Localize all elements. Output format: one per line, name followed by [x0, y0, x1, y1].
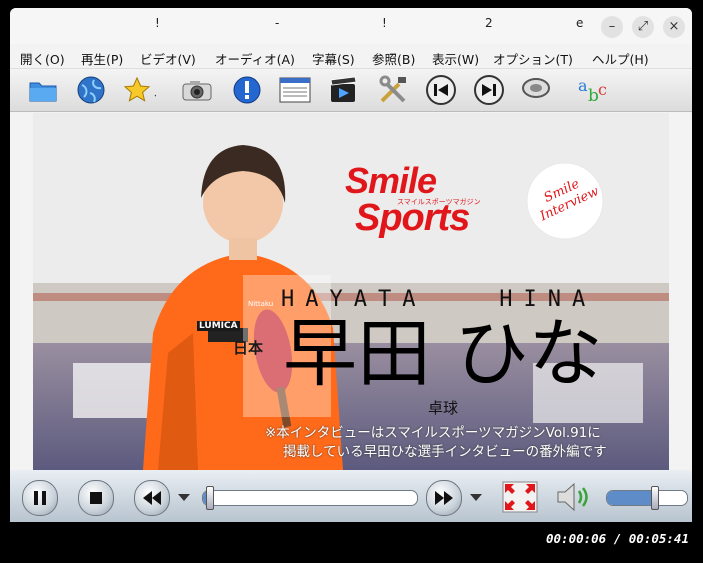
shirt-sponsor-2: 日本: [233, 339, 264, 357]
menu-options[interactable]: オプション(T): [493, 49, 573, 68]
player-romaji: HAYATA HINA: [281, 287, 597, 312]
pause-button[interactable]: [22, 480, 58, 516]
seek-handle[interactable]: [205, 486, 214, 510]
volume-level: [607, 491, 655, 505]
video-note-line-1: ※本インタビューはスマイルスポーツマガジンVol.91に: [265, 425, 601, 441]
tools-icon: [379, 75, 406, 103]
audio-track-button[interactable]: [520, 74, 554, 106]
svg-text:c: c: [598, 80, 607, 99]
time-readout: 00:00:06 / 00:05:41: [546, 531, 689, 546]
screenshot-button[interactable]: [180, 74, 214, 106]
subtitle-icon: ab c: [578, 76, 607, 106]
brand-mark: Nittaku: [248, 300, 274, 308]
mute-button[interactable]: [554, 482, 594, 512]
seek-slider[interactable]: [202, 490, 418, 506]
minimize-button[interactable]: –: [601, 16, 623, 38]
title-bar[interactable]: ! - ! 2 e – ⤢ ×: [10, 8, 692, 44]
forward-icon: [435, 491, 453, 505]
stop-icon: [90, 492, 102, 504]
svg-text:a: a: [578, 76, 588, 95]
brand-logo: Smile Sports スマイルスポーツマガジン: [345, 160, 545, 238]
rewind-icon: [143, 491, 161, 505]
rewind-menu-icon[interactable]: [178, 494, 190, 502]
star-icon: [123, 76, 156, 102]
close-button[interactable]: ×: [663, 16, 685, 38]
toolbar: abc: [10, 69, 692, 112]
clapper-icon: [330, 76, 357, 102]
subtitle-track-button[interactable]: abc: [576, 74, 610, 106]
menu-audio[interactable]: オーディオ(A): [215, 49, 295, 68]
video-note-line-2: 掲載している早田ひな選手インタビューの番外編です: [283, 444, 607, 460]
title-text: 2: [485, 16, 493, 30]
fullscreen-button[interactable]: [502, 481, 538, 513]
next-button[interactable]: [472, 74, 506, 106]
media-info-button[interactable]: [326, 74, 360, 106]
open-file-button[interactable]: [26, 74, 60, 106]
title-text: e: [576, 16, 584, 30]
menu-help[interactable]: ヘルプ(H): [592, 49, 649, 68]
forward-menu-icon[interactable]: [470, 494, 482, 502]
menu-video[interactable]: ビデオ(V): [140, 49, 196, 68]
favorites-button[interactable]: [122, 74, 156, 106]
preferences-button[interactable]: [376, 74, 410, 106]
brand-line-1: Smile: [345, 160, 437, 201]
player-window: ! - ! 2 e – ⤢ × 開く(O) 再生(P) ビデオ(V) オーディオ…: [10, 8, 692, 522]
volume-handle[interactable]: [651, 486, 659, 510]
fullscreen-icon: [502, 481, 538, 513]
title-text: !: [155, 16, 160, 30]
brand-subtitle: スマイルスポーツマガジン: [397, 198, 481, 206]
title-text: -: [275, 16, 280, 30]
previous-button[interactable]: [424, 74, 458, 106]
playlist-icon: [279, 77, 311, 103]
volume-slider[interactable]: [606, 490, 688, 506]
globe-icon: [77, 76, 105, 104]
properties-button[interactable]: [230, 74, 264, 106]
menu-bar: 開く(O) 再生(P) ビデオ(V) オーディオ(A) 字幕(S) 参照(B) …: [10, 44, 692, 69]
folder-icon: [29, 82, 57, 102]
rewind-button[interactable]: [134, 480, 170, 516]
shirt-sponsor: LUMICA: [197, 321, 240, 331]
speaker-icon: [557, 482, 588, 512]
menu-open[interactable]: 開く(O): [20, 49, 65, 68]
video-area[interactable]: Smile Sports スマイルスポーツマガジン Smile Intervie…: [33, 113, 669, 470]
title-text: !: [382, 16, 387, 30]
audio-icon: [522, 78, 550, 98]
camera-icon: [182, 81, 212, 101]
menu-view[interactable]: 表示(W): [432, 49, 479, 68]
stop-button[interactable]: [78, 480, 114, 516]
menu-play[interactable]: 再生(P): [81, 49, 123, 68]
control-bar: [10, 470, 692, 522]
forward-button[interactable]: [426, 480, 462, 516]
playlist-button[interactable]: [278, 74, 312, 106]
open-url-button[interactable]: [74, 74, 108, 106]
menu-subtitle[interactable]: 字幕(S): [312, 49, 355, 68]
player-name: 早田 ひな: [283, 311, 603, 397]
player-sport: 卓球: [428, 399, 459, 417]
maximize-button[interactable]: ⤢: [632, 16, 654, 38]
prev-icon: [426, 75, 456, 105]
pause-icon: [34, 491, 46, 505]
next-icon: [474, 75, 504, 105]
menu-browse[interactable]: 参照(B): [372, 49, 415, 68]
info-icon: [233, 76, 261, 104]
